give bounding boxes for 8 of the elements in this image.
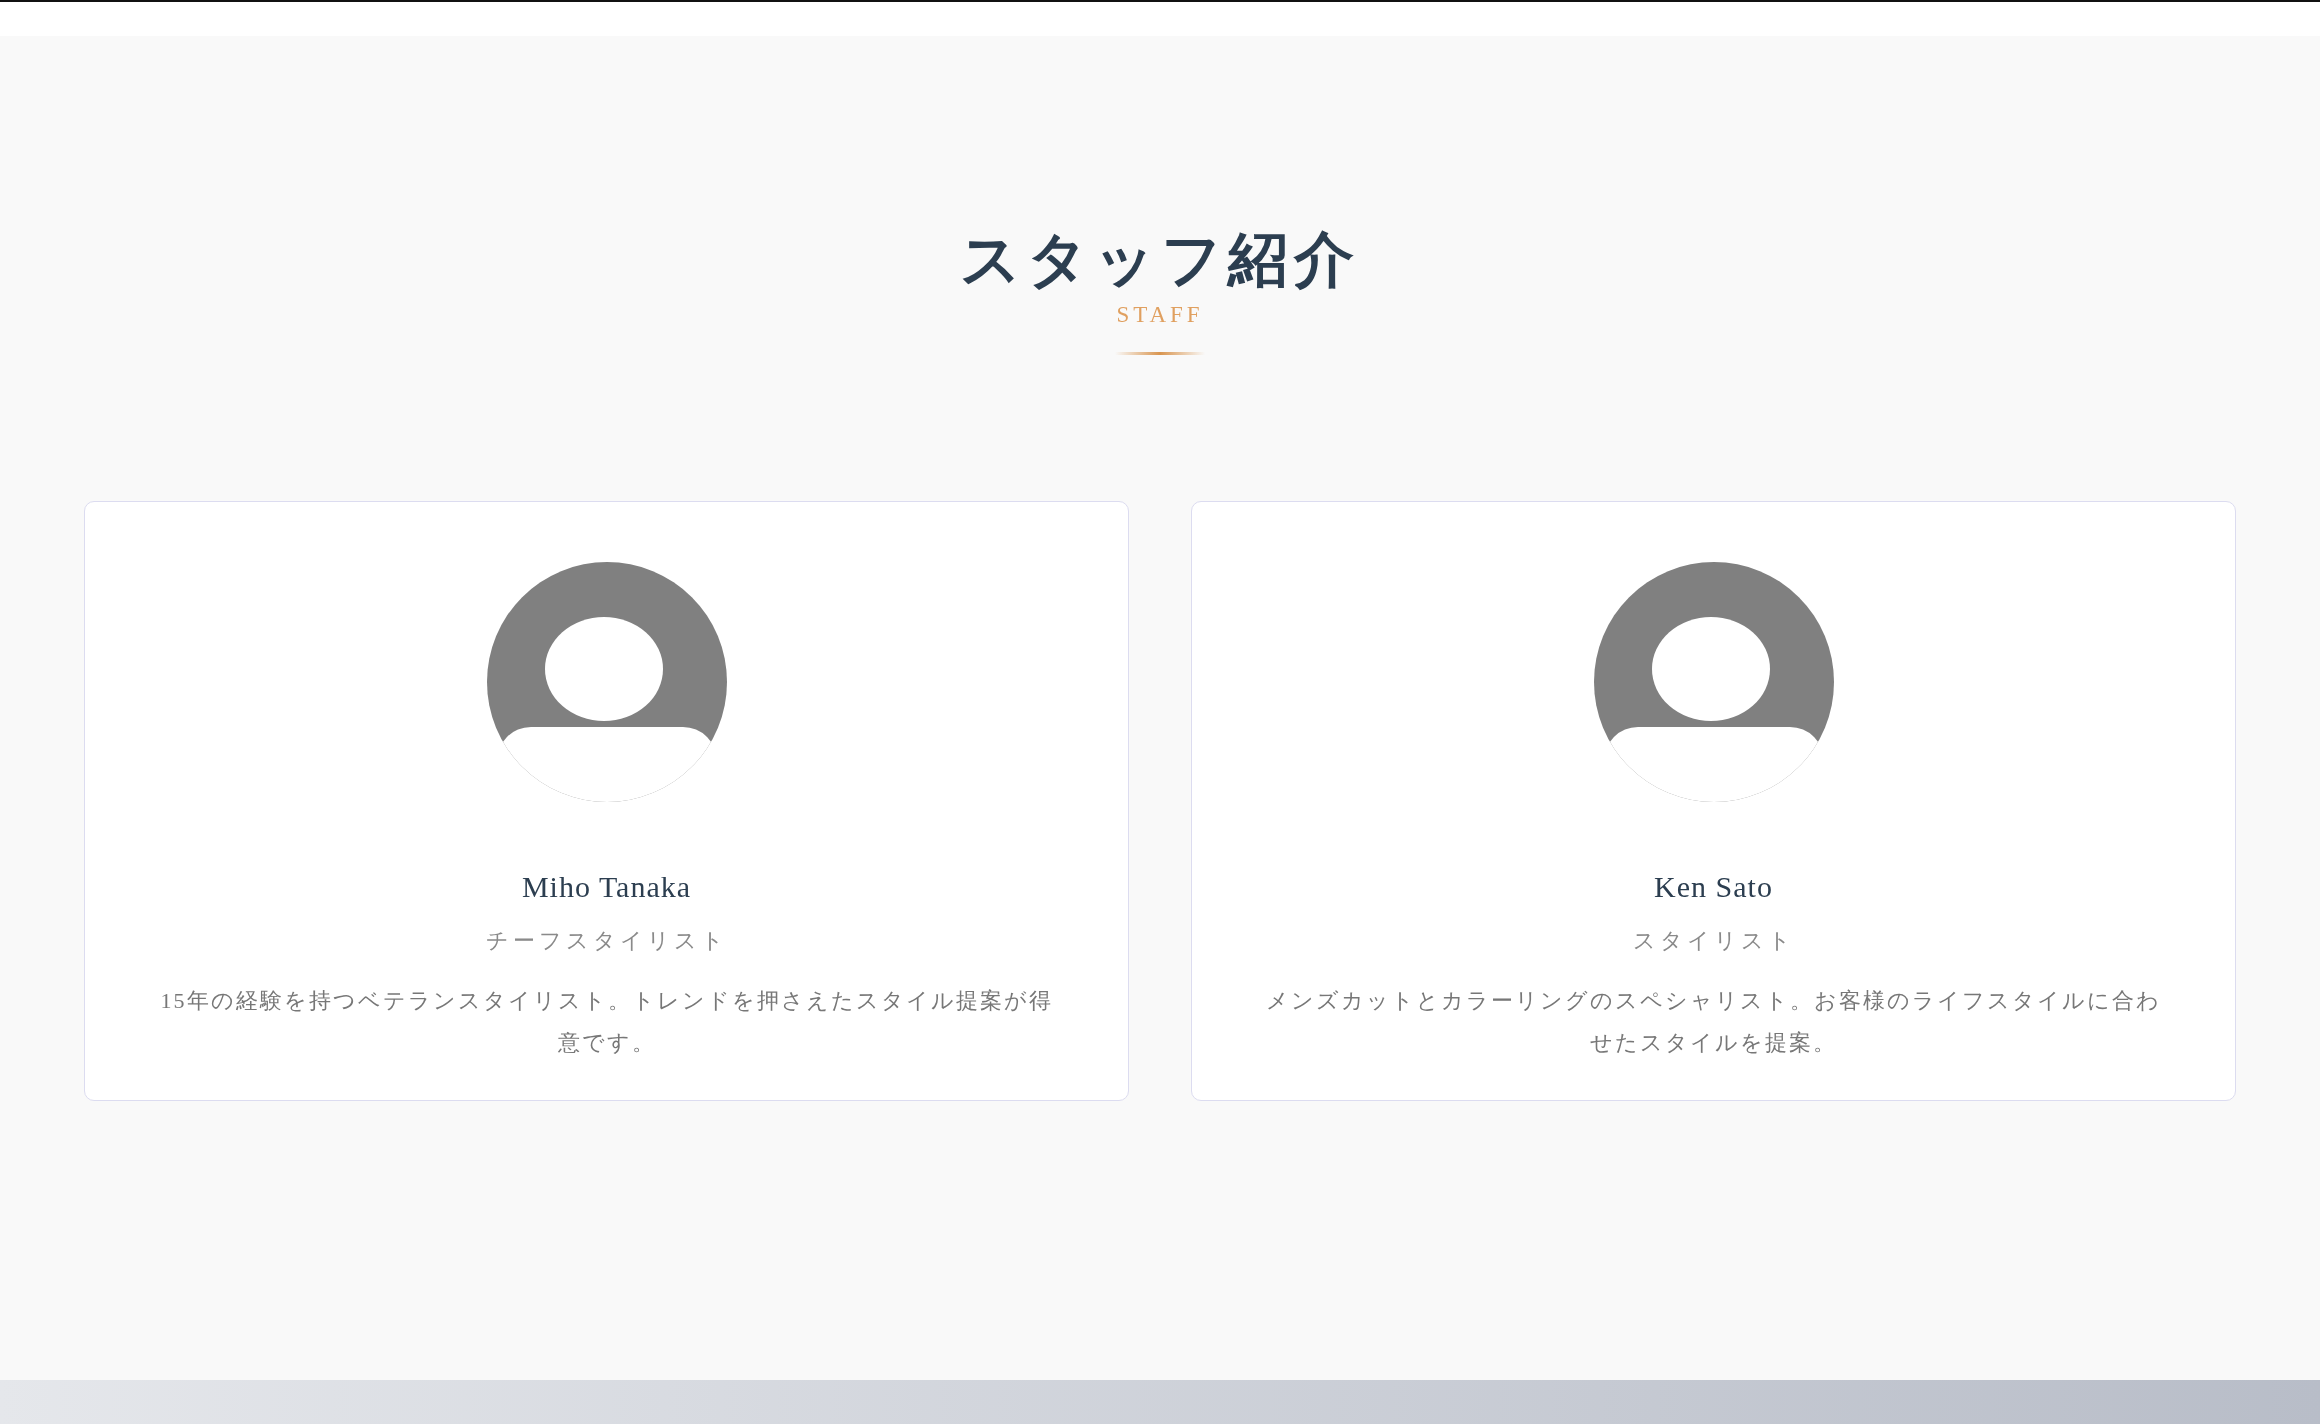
staff-role: チーフスタイリスト bbox=[485, 927, 728, 955]
staff-name: Ken Sato bbox=[1654, 870, 1773, 904]
staff-description: 15年の経験を持つベテランスタイリスト。トレンドを押さえたスタイル提案が得意です。 bbox=[159, 987, 1054, 1057]
staff-name: Miho Tanaka bbox=[521, 870, 692, 904]
section-subtitle: STAFF bbox=[1116, 302, 1204, 328]
section-title: スタッフ紹介 bbox=[960, 226, 1360, 295]
staff-role: スタイリスト bbox=[1632, 927, 1795, 955]
staff-description: メンズカットとカラーリングのスペシャリスト。お客様のライフスタイルに合わせたスタイルを提案。 bbox=[1265, 987, 2162, 1057]
